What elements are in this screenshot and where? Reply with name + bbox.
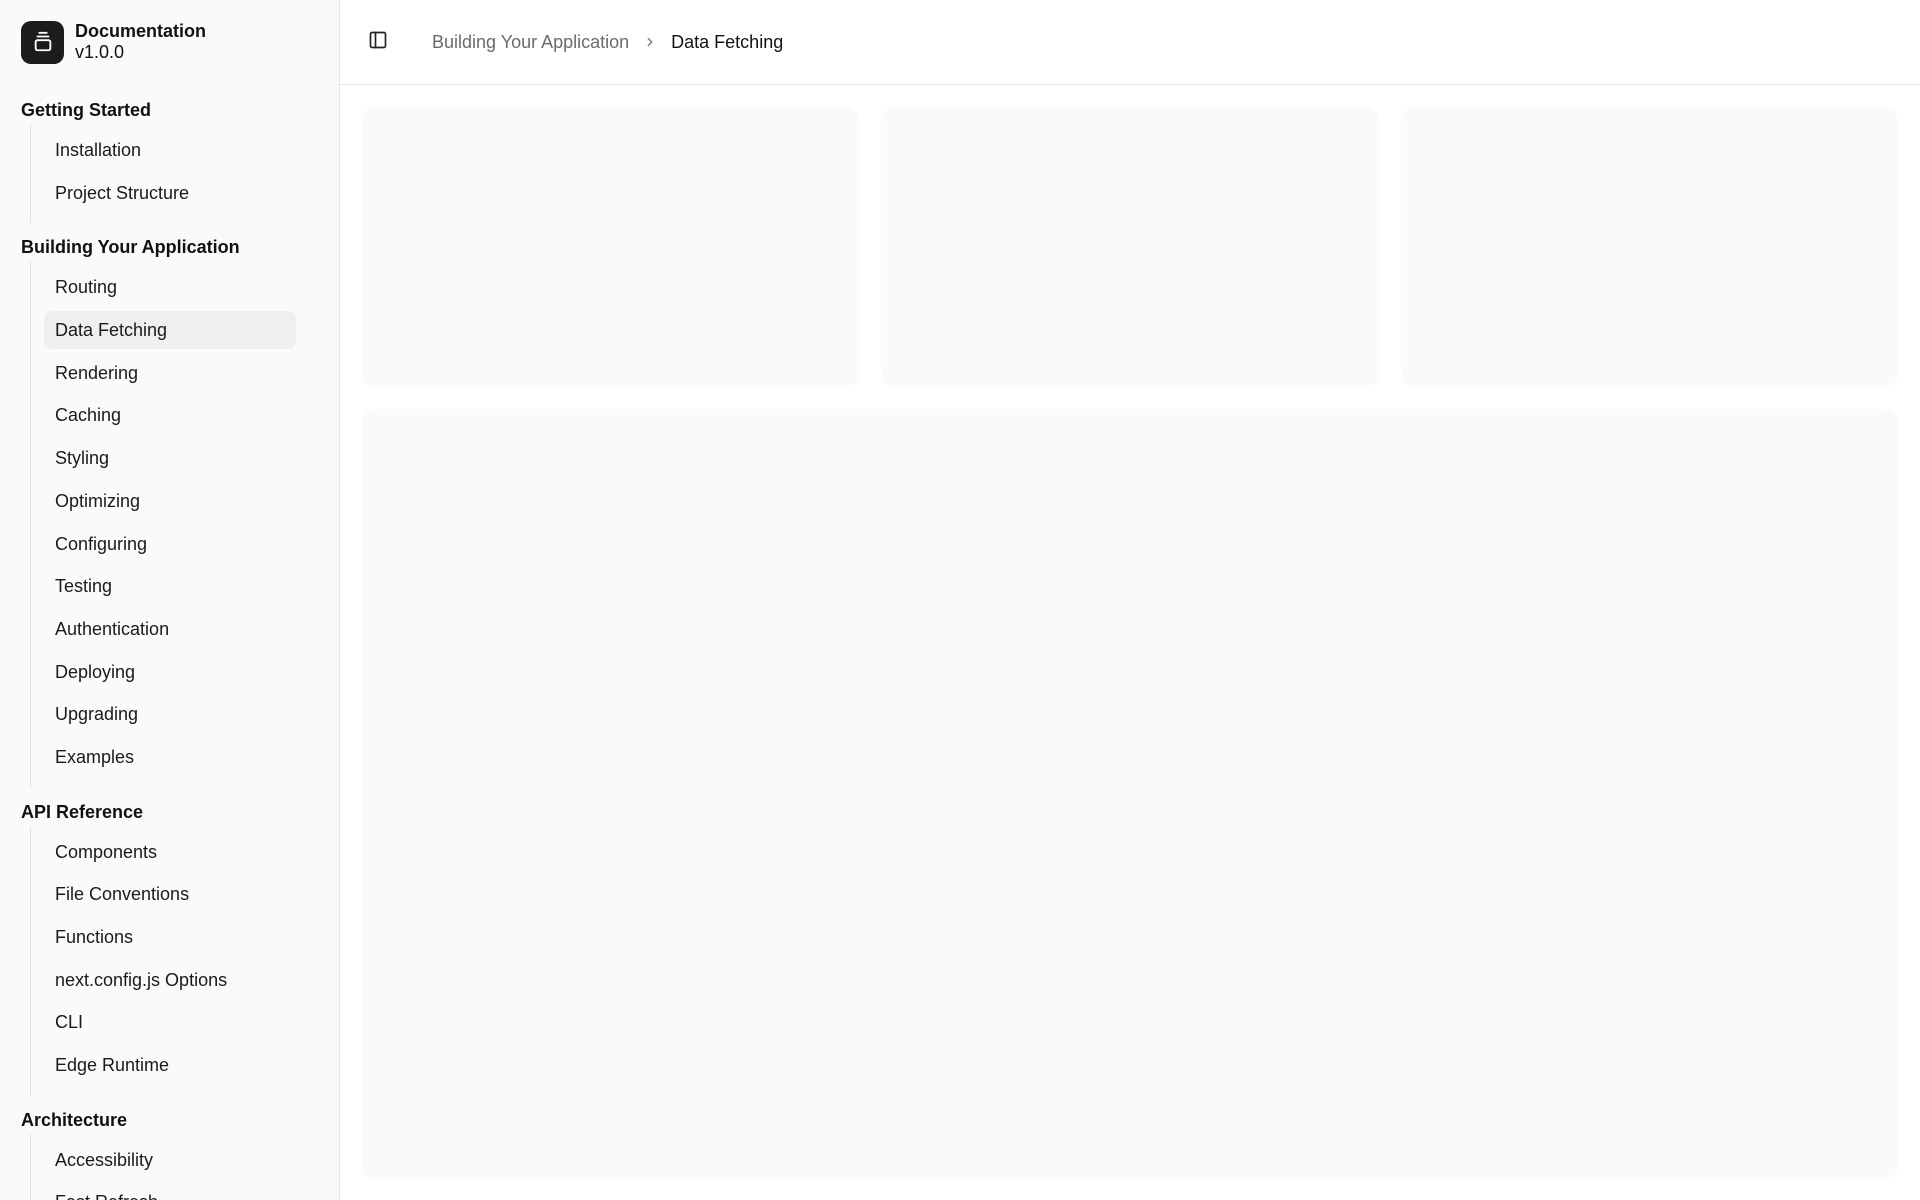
brand-title: Documentation (75, 21, 207, 41)
sidebar-item-styling[interactable]: Styling (44, 439, 296, 477)
sidebar: Documentation v1.0.0 Getting Started Inst… (0, 0, 340, 1200)
sidebar-item-fast-refresh[interactable]: Fast Refresh (44, 1183, 296, 1200)
breadcrumb-parent-link[interactable]: Building Your Application (432, 32, 629, 53)
nav-group-items: Installation Project Structure (30, 124, 339, 224)
nav-group: API Reference Components File Conventions F… (0, 798, 339, 1096)
sidebar-item-edge-runtime[interactable]: Edge Runtime (44, 1046, 296, 1084)
sidebar-item-routing[interactable]: Routing (44, 268, 296, 306)
sidebar-toggle-button[interactable] (364, 28, 392, 56)
breadcrumb-current-page: Data Fetching (671, 31, 784, 52)
nav-group-items: Routing Data Fetching Rendering Caching Styl… (30, 261, 339, 788)
sidebar-item-file-conventions[interactable]: File Conventions (44, 875, 296, 913)
nav-group: Getting Started Installation Project Struc… (0, 96, 339, 224)
sidebar-item-components[interactable]: Components (44, 833, 296, 871)
chevron-right-icon (643, 35, 657, 49)
nav-group: Architecture Accessibility Fast Refresh (0, 1106, 339, 1200)
nav-group-label[interactable]: Getting Started (0, 96, 339, 124)
sidebar-item-functions[interactable]: Functions (44, 918, 296, 956)
sidebar-item-next-config-js-options[interactable]: next.config.js Options (44, 961, 296, 999)
sidebar-item-installation[interactable]: Installation (44, 131, 296, 169)
sidebar-nav: Getting Started Installation Project Struc… (0, 64, 339, 1200)
sidebar-item-deploying[interactable]: Deploying (44, 653, 296, 691)
sidebar-item-upgrading[interactable]: Upgrading (44, 695, 296, 733)
placeholder-panel (362, 409, 1898, 1179)
placeholder-card (1400, 107, 1898, 387)
app-shell: Documentation v1.0.0 Getting Started Inst… (0, 0, 1920, 1200)
brand-header[interactable]: Documentation v1.0.0 (0, 0, 339, 64)
sidebar-item-data-fetching[interactable]: Data Fetching (44, 311, 296, 350)
gallery-stack-icon (21, 20, 64, 64)
sidebar-item-caching[interactable]: Caching (44, 396, 296, 434)
sidebar-toggle-icon (368, 30, 388, 55)
sidebar-item-rendering[interactable]: Rendering (44, 354, 296, 392)
breadcrumb: Building Your Application Data Fetching (432, 32, 783, 53)
sidebar-item-optimizing[interactable]: Optimizing (44, 482, 296, 520)
main-area: Building Your Application Data Fetching (340, 0, 1920, 1200)
sidebar-item-examples[interactable]: Examples (44, 738, 296, 776)
sidebar-item-authentication[interactable]: Authentication (44, 610, 296, 648)
nav-group-label[interactable]: Building Your Application (0, 233, 339, 261)
sidebar-item-cli[interactable]: CLI (44, 1003, 296, 1041)
nav-group-label[interactable]: API Reference (0, 798, 339, 826)
placeholder-card (362, 107, 860, 387)
sidebar-item-testing[interactable]: Testing (44, 567, 296, 605)
sidebar-item-project-structure[interactable]: Project Structure (44, 174, 296, 212)
sidebar-item-accessibility[interactable]: Accessibility (44, 1141, 296, 1179)
content-area (340, 85, 1920, 1200)
brand-text: Documentation v1.0.0 (75, 21, 206, 63)
placeholder-card (881, 107, 1379, 387)
top-bar: Building Your Application Data Fetching (340, 0, 1920, 85)
sidebar-item-configuring[interactable]: Configuring (44, 525, 296, 563)
card-row (362, 107, 1898, 387)
nav-group: Building Your Application Routing Data Fet… (0, 233, 339, 788)
brand-version: v1.0.0 (75, 42, 125, 62)
nav-group-items: Components File Conventions Functions next.… (30, 825, 339, 1096)
nav-group-label[interactable]: Architecture (0, 1106, 339, 1134)
nav-group-items: Accessibility Fast Refresh (30, 1133, 339, 1200)
